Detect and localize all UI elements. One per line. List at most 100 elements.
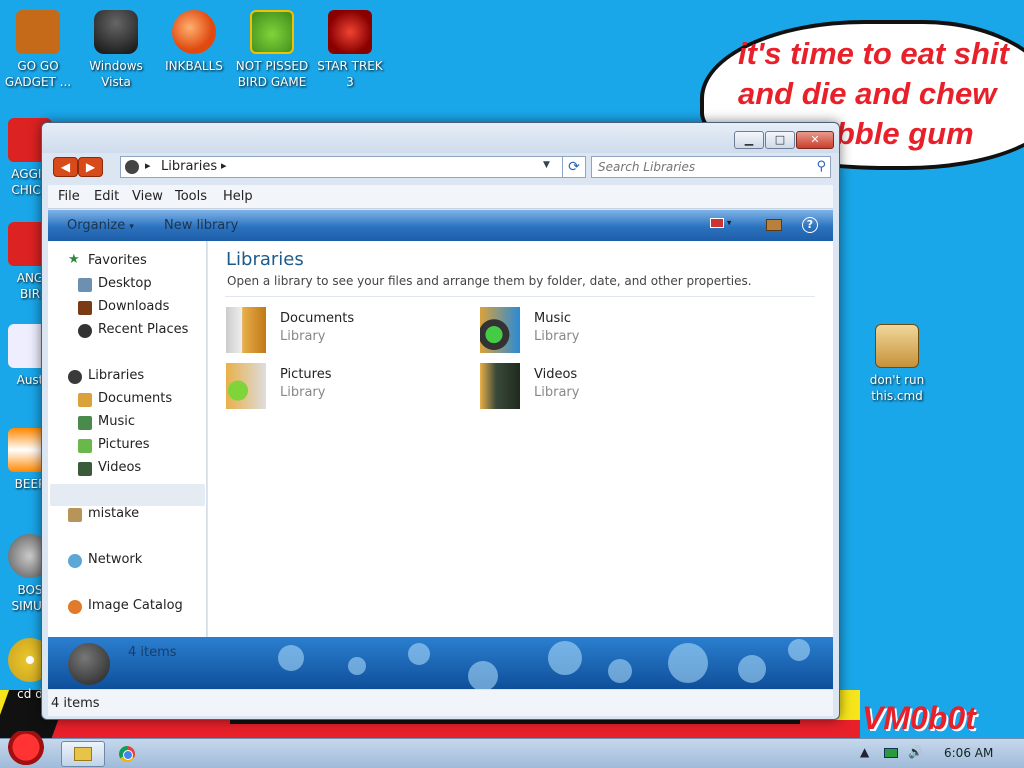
cloud-line-2: and die and chew xyxy=(738,76,997,111)
desktop-icon-label: INKBALLS xyxy=(165,59,223,73)
nav-label: Downloads xyxy=(98,299,170,314)
start-button[interactable] xyxy=(4,731,48,767)
close-button[interactable]: ✕ xyxy=(796,131,834,149)
refresh-button[interactable]: ⟳ xyxy=(562,156,586,178)
videos-library-icon xyxy=(480,363,520,409)
organize-label: Organize xyxy=(67,218,126,233)
search-icon[interactable]: ⚲ xyxy=(816,159,826,174)
library-videos[interactable]: Videos Library xyxy=(480,363,720,413)
trash-can-icon xyxy=(94,10,138,54)
nav-label: Image Catalog xyxy=(88,598,183,613)
organize-button[interactable]: Organize ▾ xyxy=(67,218,134,233)
nav-label: Pictures xyxy=(98,437,150,452)
explorer-window[interactable]: ▁ □ ✕ ◀ ▶ ▸ Libraries ▸ ▼ ⟳ ⚲ File Edit … xyxy=(41,122,840,720)
desktop-icon-label: BIRD GAME xyxy=(237,75,307,89)
taskbar-explorer-button[interactable] xyxy=(61,741,105,767)
pictures-icon xyxy=(78,439,92,453)
briefcase-icon xyxy=(16,10,60,54)
folder-icon xyxy=(74,747,92,761)
menu-tools[interactable]: Tools xyxy=(175,189,207,204)
network-status-icon[interactable] xyxy=(884,748,898,758)
breadcrumb-separator[interactable]: ▸ xyxy=(221,159,227,172)
desktop-icon-label: GO GO xyxy=(17,59,59,73)
nav-label: Music xyxy=(98,414,135,429)
menu-bar: File Edit View Tools Help xyxy=(48,185,833,209)
maximize-button[interactable]: □ xyxy=(765,131,795,149)
library-kind: Library xyxy=(534,385,580,400)
breadcrumb-libraries[interactable]: Libraries xyxy=(161,159,217,174)
recent-places-icon xyxy=(78,324,92,338)
menu-file[interactable]: File xyxy=(58,189,80,204)
chrome-icon xyxy=(119,746,135,762)
videos-icon xyxy=(78,462,92,476)
gear-script-icon xyxy=(875,324,919,368)
page-title: Libraries xyxy=(226,249,304,270)
menu-view[interactable]: View xyxy=(132,189,163,204)
desktop-icon-label: STAR TREK xyxy=(317,59,383,73)
menu-edit[interactable]: Edit xyxy=(94,189,119,204)
view-icon xyxy=(710,218,724,228)
libraries-icon xyxy=(68,370,82,384)
clock[interactable]: 6:06 AM xyxy=(944,746,993,760)
desktop-icon-label: Vista xyxy=(101,75,131,89)
nav-label: Network xyxy=(88,552,143,567)
nav-label: Libraries xyxy=(88,368,145,383)
nav-label: Videos xyxy=(98,460,142,475)
new-library-button[interactable]: New library xyxy=(164,218,238,233)
documents-icon xyxy=(78,393,92,407)
back-button[interactable]: ◀ xyxy=(53,157,78,177)
nav-label: Desktop xyxy=(98,276,152,291)
page-description: Open a library to see your files and arr… xyxy=(227,274,752,288)
minimize-button[interactable]: ▁ xyxy=(734,131,764,149)
watermark: VM0b0t xyxy=(862,700,976,736)
help-button[interactable]: ? xyxy=(802,217,818,233)
desktop-icon-star-trek-3[interactable]: STAR TREK 3 xyxy=(312,4,388,90)
taskbar-chrome-button[interactable] xyxy=(112,741,142,767)
library-kind: Library xyxy=(534,329,580,344)
preview-pane-button[interactable] xyxy=(766,219,782,231)
desktop-icon-dont-run-this-cmd[interactable]: don't run this.cmd xyxy=(858,318,936,404)
libraries-icon xyxy=(125,160,139,174)
title-bar[interactable]: ▁ □ ✕ xyxy=(42,123,839,153)
library-name: Music xyxy=(534,311,571,326)
desktop-icon-not-pissed-bird-game[interactable]: NOT PISSED BIRD GAME xyxy=(234,4,310,90)
search-box[interactable]: ⚲ xyxy=(591,156,831,178)
details-pane: 4 items xyxy=(48,637,833,689)
navigation-pane: ★ Favorites Desktop Downloads Recent Pla… xyxy=(48,241,207,637)
nav-buttons: ◀ ▶ xyxy=(53,157,105,177)
bokeh-dot xyxy=(408,643,430,665)
library-name: Videos xyxy=(534,367,578,382)
forward-button[interactable]: ▶ xyxy=(78,157,103,177)
chevron-down-icon: ▾ xyxy=(129,222,134,232)
desktop-icon-windows-vista[interactable]: Windows Vista xyxy=(78,4,154,90)
documents-library-icon xyxy=(226,307,266,353)
desktop-icon-label: GADGET ... xyxy=(4,75,72,89)
library-music[interactable]: Music Library xyxy=(480,307,720,357)
nav-selection-highlight xyxy=(50,484,205,506)
show-hidden-icons-button[interactable]: ▲ xyxy=(860,745,869,759)
desktop-icon xyxy=(78,278,92,292)
bokeh-dot xyxy=(668,643,708,683)
desktop-icon-inkballs[interactable]: INKBALLS xyxy=(156,4,232,74)
volume-icon[interactable]: 🔊 xyxy=(908,745,923,759)
breadcrumb-separator[interactable]: ▸ xyxy=(145,159,151,172)
menu-help[interactable]: Help xyxy=(223,189,253,204)
library-kind: Library xyxy=(280,385,326,400)
desktop-icon-go-go-gadget[interactable]: GO GO GADGET ... xyxy=(0,4,76,90)
bokeh-dot xyxy=(348,657,366,675)
details-item-count: 4 items xyxy=(128,645,177,660)
address-bar[interactable]: ▸ Libraries ▸ ▼ xyxy=(120,156,565,178)
address-dropdown-icon[interactable]: ▼ xyxy=(543,160,550,170)
library-pictures[interactable]: Pictures Library xyxy=(226,363,466,413)
nav-label: mistake xyxy=(88,506,140,521)
library-documents[interactable]: Documents Library xyxy=(226,307,466,357)
taskbar: ▲ 🔊 6:06 AM xyxy=(0,731,1024,768)
music-icon xyxy=(78,416,92,430)
image-catalog-icon xyxy=(68,600,82,614)
desktop-icon-label: 3 xyxy=(346,75,354,89)
search-input[interactable] xyxy=(598,159,798,175)
view-options-button[interactable]: ▾ xyxy=(710,218,740,232)
bokeh-dot xyxy=(608,659,632,683)
star-wars-icon xyxy=(328,10,372,54)
green-pig-icon xyxy=(250,10,294,54)
